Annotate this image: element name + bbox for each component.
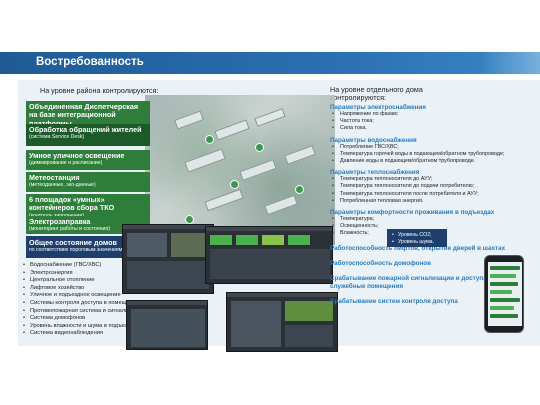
app-row [490,266,520,270]
card-title: 6 площадок «умных» контейнеров сбора ТКО [29,195,115,213]
screen-panel [171,233,209,257]
dashboard-screenshot [226,292,338,352]
list-item: Потребленная тепловая энергия. [330,198,508,205]
section-title: Параметры комфортности проживания в подъ… [330,209,495,217]
screen-panel [127,261,209,289]
list-item: Напряжение по фазам; [330,111,508,118]
section-list: Температура теплоносителя до АУУ; Темпер… [330,176,508,205]
page-title: Востребованность [36,56,144,68]
card-title: Метеостанция [29,173,80,182]
building [254,108,286,127]
card-weather-station[interactable]: Метеостанция (метеоданные, эко-данные) [26,172,150,192]
card-smart-containers[interactable]: 6 площадок «умных» контейнеров сбора ТКО… [26,194,150,219]
list-item: Сила тока. [330,125,508,132]
card-subtitle: (система Service Desk) [29,134,85,141]
screen-panel [210,249,330,279]
phone-screen [488,262,522,326]
list-item: Температура теплоносителя до АУУ; [330,176,508,183]
list-item: Частота тока; [330,118,508,125]
app-row [490,306,514,310]
screen-titlebar [227,293,337,297]
comfort-extra-list: Уровень CO2; Уровень шума. [392,232,434,245]
status-tile [262,235,284,245]
dashboard-screenshot [205,226,333,284]
screen-titlebar [127,301,207,305]
list-item: Давление воды в подающем/обратном трубоп… [330,158,508,165]
banner-decoration [480,52,540,74]
app-row [490,290,512,294]
screen-panel [285,301,333,321]
section-title: Параметры водоснабжения [330,136,417,144]
app-row [490,282,518,286]
screen-titlebar [206,227,332,231]
card-subtitle: (диммирование и расписание) [29,160,103,167]
status-tile [210,235,232,245]
screen-titlebar [123,225,213,229]
building [184,148,226,173]
building [284,145,316,165]
district-aerial-map [145,95,335,245]
house-parameters: Параметры электроснабжения Напряжение по… [330,104,508,306]
section-list: Потребление ГВС/ХВС; Температура горячей… [330,144,508,166]
screen-panel [231,301,281,347]
house-heading: На уровне отдельного дома контролируются… [330,85,423,102]
intercom-status: Работоспособность домофонов [330,259,432,267]
map-marker-icon[interactable] [230,180,239,189]
list-item: Температура теплоносителя до подачи потр… [330,183,508,190]
list-item: Потребление ГВС/ХВС; [330,144,508,151]
app-row [490,298,520,302]
fire-alarm-status: Срабатывание пожарной сигнализации и дос… [330,274,493,290]
mobile-app-mockup [484,255,524,333]
section-title: Параметры теплоснабжения [330,169,420,177]
building [204,188,244,212]
map-marker-icon[interactable] [255,143,264,152]
screen-panel [285,325,333,347]
card-title: Умное уличное освещение [29,151,125,160]
building [239,159,277,181]
card-street-lighting[interactable]: Умное уличное освещение (диммирование и … [26,150,150,170]
section-list: Напряжение по фазам; Частота тока; Сила … [330,111,508,133]
building [174,110,204,130]
screen-panel [131,309,205,347]
map-marker-icon[interactable] [185,215,194,224]
status-tile [288,235,310,245]
screen-panel [127,233,167,257]
building [214,119,250,141]
map-marker-icon[interactable] [295,185,304,194]
map-marker-icon[interactable] [205,135,214,144]
header-banner: Востребованность [0,52,540,74]
card-title: Обработка обращений жителей [29,125,142,134]
section-title: Параметры электроснабжения [330,104,426,111]
app-row [490,274,516,278]
district-heading: На уровне района контролируются: [40,86,159,95]
card-subtitle: (метеоданные, эко-данные) [29,182,96,189]
access-control-status: Срабатывание систем контроля доступа [330,297,458,305]
card-service-desk[interactable]: Обработка обращений жителей (система Ser… [26,124,150,146]
list-item: Уровень шума. [392,239,434,246]
list-item: Температура; [330,216,508,223]
dashboard-screenshot [126,300,208,350]
building [264,194,298,216]
list-item: Температура теплоносителя после потребит… [330,191,508,198]
list-item: Температура горячей воды в подающем/обра… [330,151,508,158]
dashboard-screenshot [122,224,214,294]
status-tile [236,235,258,245]
app-row [490,314,518,318]
